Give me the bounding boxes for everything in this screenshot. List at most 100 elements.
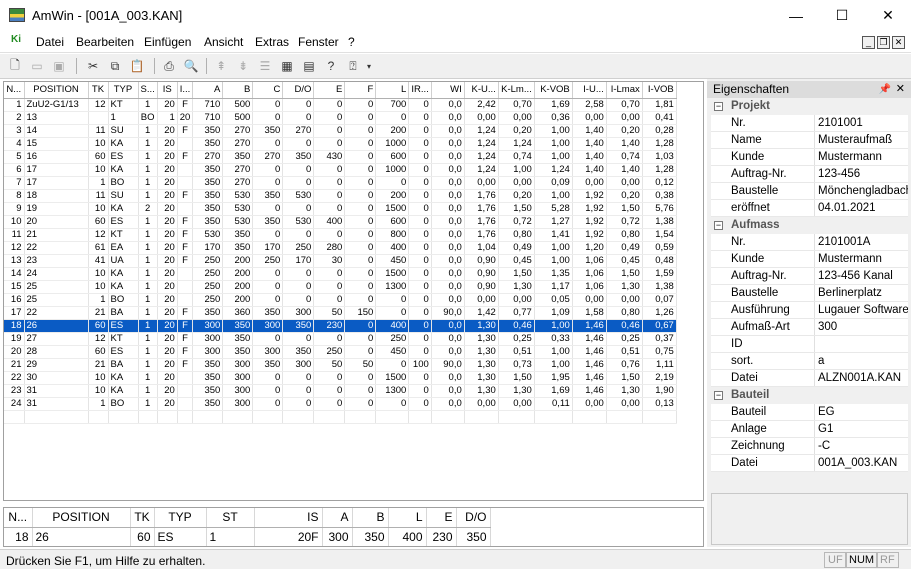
grid-cell[interactable]: 20 [157,397,178,411]
menu-ansicht[interactable]: Ansicht [204,35,243,49]
grid-cell[interactable]: 0,25 [498,332,535,346]
grid-cell[interactable]: 0 [344,124,377,138]
grid-cell[interactable] [177,384,194,398]
grid-cell[interactable]: 0 [375,111,410,125]
grid-cell[interactable]: 0 [252,397,284,411]
grid-cell[interactable]: 0,80 [606,306,643,320]
grid-cell[interactable]: 0 [282,228,315,242]
grid-cell[interactable]: 0 [344,176,377,190]
grid-cell[interactable]: 0 [313,189,346,203]
grid-cell[interactable]: 0 [344,371,377,385]
table-row[interactable]: 5 16 60 ES 1 20 F 270 350 270 350 430 0 600 0 0,0 1,24 0,… [4,150,677,164]
table-row[interactable]: 10 20 60 ES 1 20 F 350 530 350 530 400 0 600 0 0,0 1,76 0… [4,215,677,229]
grid-cell[interactable]: 0,00 [498,176,535,190]
grid-cell[interactable]: 22 [4,371,25,385]
grid-cell[interactable]: 1 [138,254,158,268]
grid-cell[interactable]: 1,38 [642,280,677,294]
grid-cell[interactable]: 0 [313,371,346,385]
grid-cell[interactable]: 1,58 [572,306,607,320]
grid-cell[interactable]: 400 [313,215,346,229]
grid-cell[interactable]: 0 [282,397,315,411]
grid-cell[interactable]: 0,05 [534,293,573,307]
grid-cell[interactable]: 1,90 [642,384,677,398]
grid-cell[interactable]: BO [108,397,139,411]
grid-cell[interactable]: 300 [222,358,254,372]
grid-cell[interactable]: 0,51 [606,345,643,359]
grid-cell[interactable]: F [177,306,194,320]
grid-cell[interactable]: 0 [408,215,432,229]
grid-cell[interactable]: KA [108,371,139,385]
table-row[interactable]: 13 23 41 UA 1 20 F 250 200 250 170 30 0 450 0 0,0 0,90 0,… [4,254,677,268]
grid-cell[interactable]: 710 [192,111,224,125]
grid-cell[interactable]: 11 [88,189,109,203]
grid-cell[interactable]: 0,74 [606,150,643,164]
grid-cell[interactable]: F [177,332,194,346]
grid-cell[interactable]: 1 [88,397,109,411]
detail-cell[interactable]: 350 [352,527,389,546]
grid-cell[interactable]: 700 [375,98,410,112]
table-row[interactable]: 1 ZuU2-G1/13 12 KT 1 20 F 710 500 0 0 0 0 700 0 0,0 2,42… [4,98,677,112]
grid-cell[interactable]: 19 [24,202,89,216]
grid-cell[interactable]: 0 [344,228,377,242]
detail-cell[interactable]: 20F [254,527,323,546]
grid-cell[interactable]: 1,76 [464,215,499,229]
grid-cell[interactable]: BO [108,293,139,307]
grid-cell[interactable]: 0 [408,124,432,138]
property-row[interactable]: Zeichnung -C [711,438,908,455]
grid-cell[interactable]: 250 [192,254,224,268]
grid-cell[interactable]: 0 [282,98,315,112]
grid-cell[interactable]: 30 [24,371,89,385]
grid-cell[interactable]: 0,00 [606,111,643,125]
grid-cell[interactable]: 0 [344,202,377,216]
grid-cell[interactable]: 0 [344,332,377,346]
grid-cell[interactable]: 300 [222,397,254,411]
grid-cell[interactable]: 0 [282,332,315,346]
grid-cell[interactable]: 350 [192,163,224,177]
grid-cell[interactable]: 20 [157,332,178,346]
grid-cell[interactable]: 800 [375,228,410,242]
grid-cell[interactable]: 1300 [375,384,410,398]
grid-cell[interactable]: 17 [24,176,89,190]
grid-cell[interactable]: 400 [375,241,410,255]
grid-cell[interactable]: 0,20 [606,189,643,203]
grid-cell[interactable]: F [177,150,194,164]
grid-cell[interactable]: UA [108,254,139,268]
grid-cell[interactable]: 1 [138,371,158,385]
grid-cell[interactable]: 350 [192,124,224,138]
grid-cell[interactable]: 0,0 [431,332,465,346]
grid-cell[interactable]: 250 [282,241,315,255]
grid-cell[interactable]: 1500 [375,371,410,385]
grid-cell[interactable]: 0,0 [431,319,465,333]
grid-cell[interactable]: 500 [222,98,254,112]
maximize-button[interactable]: ☐ [819,0,865,31]
property-row[interactable]: Anlage G1 [711,421,908,438]
grid-cell[interactable]: 250 [192,293,224,307]
grid-cell[interactable]: 530 [222,202,254,216]
grid-cell[interactable]: 26 [24,319,89,333]
grid-cell[interactable]: 0,28 [642,124,677,138]
table-row[interactable]: 7 17 1 BO 1 20 350 270 0 0 0 0 0 0 0,0 0,00 0,00 0,09 0,00… [4,176,677,190]
grid-cell[interactable]: 350 [282,150,315,164]
grid-cell[interactable]: 61 [88,241,109,255]
property-value[interactable]: 2101001 [815,115,908,131]
grid-cell[interactable]: 0,0 [431,111,465,125]
grid-cell[interactable]: 24 [24,267,89,281]
grid-cell[interactable]: 0,00 [572,397,607,411]
grid-cell[interactable]: 0,49 [498,241,535,255]
mdi-restore-icon[interactable]: ❐ [877,36,890,49]
grid-cell[interactable]: 300 [222,384,254,398]
grid-cell[interactable]: 0 [344,137,377,151]
grid-cell[interactable]: 350 [252,358,284,372]
grid-cell[interactable]: 2,19 [642,371,677,385]
property-row[interactable]: Kunde Mustermann [711,149,908,166]
grid-cell[interactable]: 0 [344,254,377,268]
grid-cell[interactable]: 0 [313,163,346,177]
close-panel-icon[interactable]: ✕ [896,81,905,98]
grid-cell[interactable]: 0,00 [464,176,499,190]
property-value[interactable]: Musteraufmaß [815,132,908,148]
property-value[interactable]: 001A_003.KAN [815,455,908,471]
grid-cell[interactable]: 0,00 [572,176,607,190]
grid-cell[interactable]: 1,35 [534,267,573,281]
property-row[interactable]: ID [711,336,908,353]
grid-cell[interactable]: 20 [4,345,25,359]
